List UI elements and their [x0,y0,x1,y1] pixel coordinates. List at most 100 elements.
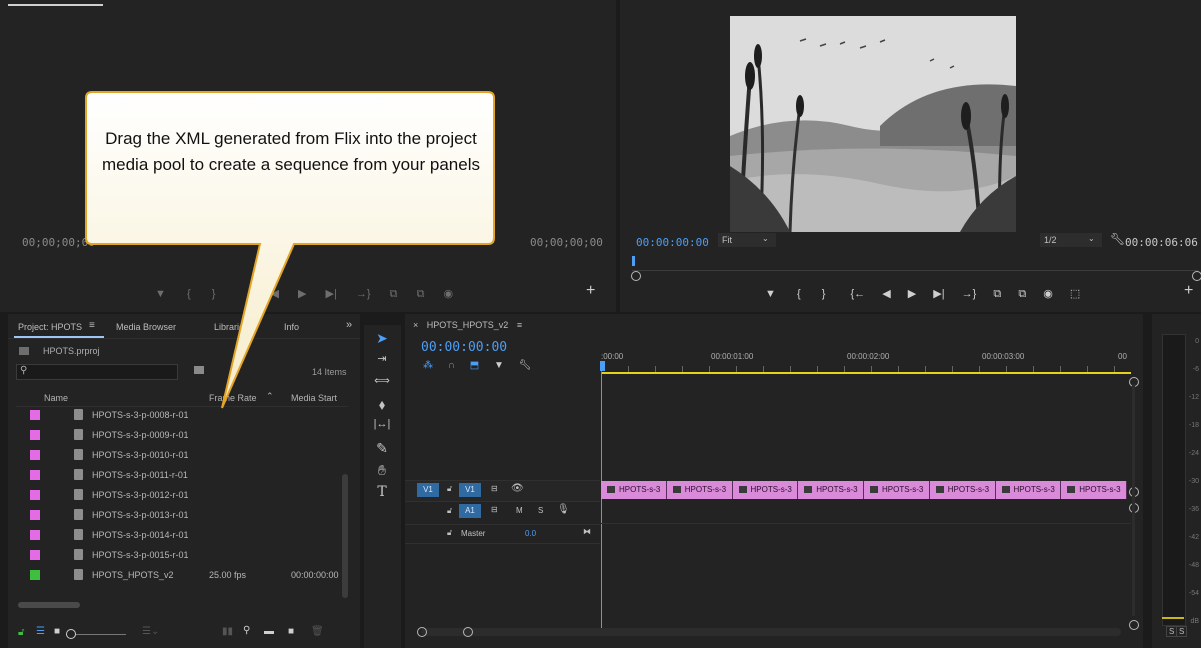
work-area-bar[interactable] [601,372,1131,374]
wrench-icon[interactable]: 🔧︎ [1110,232,1125,246]
find-icon[interactable]: ⚲ [243,625,250,636]
go-to-out-button[interactable]: →} [962,288,977,300]
timeline-clip[interactable]: HPOTS-s-3 [601,481,667,499]
source-add-button[interactable]: + [586,282,595,300]
zoom-slider-track[interactable] [76,634,126,635]
time-ruler[interactable]: :00:00 00:00:01:00 00:00:02:00 00:00:03:… [601,348,1131,374]
label-color-swatch[interactable] [30,550,40,560]
lock-track-icon[interactable]: 🔓︎ [447,506,452,516]
track-target-v1[interactable]: V1 [459,483,481,497]
tab-project[interactable]: Project: HPOTS [18,322,82,332]
step-back-button[interactable]: ◀ [882,288,890,300]
solo-right-button[interactable]: S [1176,626,1188,637]
extract-button[interactable]: ⧉ [1018,288,1026,300]
mark-out-button[interactable]: } [822,288,826,300]
vertical-scrollbar[interactable] [1132,384,1135,616]
solo-button[interactable]: S [538,506,543,515]
clip-icon [74,489,83,500]
meter-tick-label: dB [1190,618,1199,625]
label-color-swatch[interactable] [30,410,40,420]
label-color-swatch[interactable] [30,570,40,580]
timeline-clip[interactable]: HPOTS-s-3 [1061,481,1127,499]
source-patch-v1[interactable]: V1 [417,483,439,497]
automate-to-sequence-icon[interactable]: ▮▮ [222,626,233,637]
timeline-clip[interactable]: HPOTS-s-3 [732,481,799,499]
zoom-handle-right[interactable] [1192,271,1201,281]
horizontal-zoom-handle-left[interactable] [417,627,427,637]
playhead-handle[interactable] [600,361,605,371]
timeline-clip[interactable]: HPOTS-s-3 [864,481,930,499]
slip-tool-icon[interactable]: |↔| [373,418,391,436]
microphone-icon[interactable]: 🎙︎ [557,504,570,515]
comparison-view-button[interactable]: ⬚ [1070,288,1080,300]
label-color-swatch[interactable] [30,470,40,480]
trash-icon[interactable]: 🗑︎ [311,626,324,637]
list-item[interactable]: HPOTS-s-3-p-0011-r-01 [8,466,348,486]
master-volume[interactable]: 0.0 [525,529,536,538]
list-item[interactable]: HPOTS-s-3-p-0014-r-01 [8,526,348,546]
label-color-swatch[interactable] [30,530,40,540]
list-item[interactable]: HPOTS-s-3-p-0010-r-01 [8,446,348,466]
list-item[interactable]: HPOTS-s-3-p-0013-r-01 [8,506,348,526]
marker-button[interactable]: ▼ [765,288,776,300]
label-color-swatch[interactable] [30,430,40,440]
list-item[interactable]: HPOTS-s-3-p-0009-r-01 [8,426,348,446]
program-ruler[interactable] [632,256,1198,271]
lock-track-icon[interactable]: 🔓︎ [447,484,452,494]
lock-track-icon[interactable]: 🔓︎ [447,528,452,538]
lock-icon[interactable]: 🔓︎ [18,627,24,638]
sort-icons-icon[interactable]: ☰⌄ [142,626,159,637]
search-icon: ⚲ [20,365,28,376]
horizontal-scrollbar[interactable] [18,602,80,608]
zoom-handle-left[interactable] [631,271,641,281]
item-name: HPOTS-s-3-p-0014-r-01 [92,530,189,540]
new-bin-icon[interactable]: ▬ [264,626,274,637]
hand-tool-icon[interactable]: ✋︎ [373,462,391,480]
track-end-icon: ⧓ [583,527,591,536]
program-timecode[interactable]: 00:00:00:00 [636,236,709,249]
storyboard-panel-image [730,16,1016,232]
export-frame-button[interactable]: ◉ [1043,288,1053,300]
mark-in-button[interactable]: { [797,288,801,300]
timeline-clip[interactable]: HPOTS-s-3 [666,481,733,499]
play-button[interactable]: ▶ [908,288,916,300]
new-item-icon[interactable]: ■ [288,626,294,637]
column-name[interactable]: Name [44,393,68,403]
sync-lock-icon[interactable]: ⊟ [491,484,498,493]
vertical-scrollbar[interactable] [342,474,348,598]
playhead-marker[interactable] [632,256,635,266]
timeline-clip[interactable]: HPOTS-s-3 [929,481,996,499]
horizontal-scrollbar[interactable] [421,628,1121,636]
eye-icon[interactable]: 👁︎ [511,483,524,494]
timeline-clip[interactable]: HPOTS-s-3 [798,481,864,499]
zoom-slider-handle[interactable] [66,629,76,639]
resolution-dropdown[interactable]: 1/2 ⌄ [1040,233,1102,247]
icon-view-icon[interactable]: ■ [54,626,60,637]
label-color-swatch[interactable] [30,510,40,520]
label-color-swatch[interactable] [30,490,40,500]
item-name: HPOTS-s-3-p-0010-r-01 [92,450,189,460]
tab-menu-icon[interactable]: ≡ [517,320,522,330]
project-bottom-bar: 🔓︎ ☰ ■ ☰⌄ ▮▮ ⚲ ▬ ■ 🗑︎ [8,624,360,644]
mute-button[interactable]: M [516,506,523,515]
horizontal-zoom-handle-right[interactable] [463,627,473,637]
fit-dropdown[interactable]: Fit ⌄ [718,233,776,247]
pen-tool-icon[interactable]: ✎ [373,440,391,458]
go-to-in-button[interactable]: {← [850,288,865,300]
lift-button[interactable]: ⧉ [993,288,1001,300]
timeline-clip[interactable]: HPOTS-s-3 [995,481,1062,499]
list-view-icon[interactable]: ☰ [36,626,45,637]
settings-wrench-icon[interactable]: 🔧︎ [519,360,532,371]
track-header-master: 🔓︎ Master 0.0 ⧓ [405,524,600,544]
track-target-a1[interactable]: A1 [459,504,481,518]
type-tool-icon[interactable]: T [373,484,391,502]
vertical-zoom-handle-bottom[interactable] [1129,620,1139,630]
sync-lock-icon[interactable]: ⊟ [491,505,498,514]
step-forward-button[interactable]: ▶| [933,288,944,300]
clip-label: HPOTS-s-3 [882,485,924,494]
list-item[interactable]: HPOTS-s-3-p-0015-r-01 [8,546,348,566]
label-color-swatch[interactable] [30,450,40,460]
list-item[interactable]: HPOTS-s-3-p-0012-r-01 [8,486,348,506]
program-add-button[interactable]: + [1184,282,1193,300]
list-item[interactable]: HPOTS_HPOTS_v2 25.00 fps 00:00:00:00 [8,566,348,586]
